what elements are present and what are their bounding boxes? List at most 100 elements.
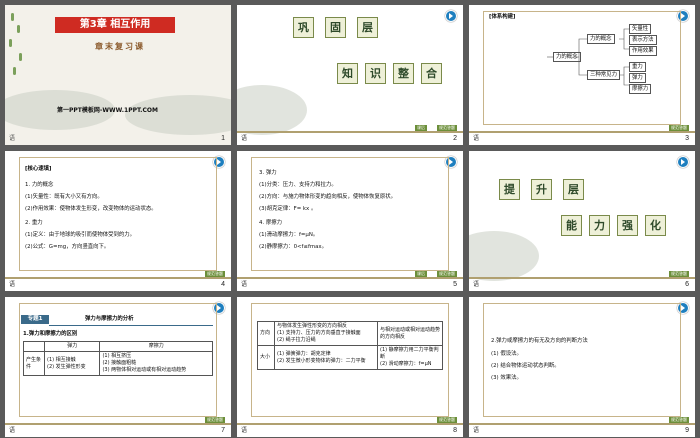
footer-label: 语 [473,281,480,288]
map-leaf: 重力 [629,62,646,72]
slide-thumbnail-4[interactable]: [核心速填] 1. 力的概念 (1)矢量性：既有大小又有方向。 (2)作用效果：… [5,151,231,291]
mountain-art [237,85,307,135]
row-label: 产生条件 [23,351,45,376]
footer-label: 语 [9,135,16,142]
content-line: (1)滑动摩擦力：f=μN。 [259,232,319,238]
cell-line: (1) 静摩擦力用二力平衡判断 [380,347,439,360]
map-branch-a: 力的概念 [587,34,615,44]
map-leaf: 表示方法 [629,35,657,45]
map-branch-b: 三种常见力 [587,70,620,80]
footer-button[interactable]: 规范答题 [437,271,457,277]
tile-char: 升 [531,179,552,200]
map-leaf: 弹力 [629,73,646,83]
map-leaf: 矢量性 [629,24,652,34]
table-cell: (1) 弹簧弹力：胡克定律 (2) 发生微小形变物体的弹力：二力平衡 [274,345,378,370]
footer-bar [237,277,463,279]
slide-thumbnail-7[interactable]: 专题1 弹力与摩擦力的分析 1.弹力和摩擦力的区别 弹力 摩擦力 产生条件 (1… [5,297,231,437]
content-line: (1)矢量性：既有大小又有方向。 [25,194,103,200]
footer-button[interactable]: 规范答题 [669,271,689,277]
footer-button[interactable]: 课后 [415,125,427,131]
slide-thumbnail-1[interactable]: 第3章 相互作用 章末复习课 第一PPT模板网-WWW.1PPT.COM 语 1 [5,5,231,145]
tile-char: 层 [357,17,378,38]
slide-number: 3 [685,135,689,142]
cell-line: (2) 接触面粗糙 [102,360,137,366]
content-line: (2)公式：G=mg，方向竖直向下。 [25,244,110,250]
content-line: (2) 结合物体运动状态判断。 [491,363,560,369]
mountain-art [469,231,539,281]
footer-button[interactable]: 规范答题 [205,417,225,423]
topic-title: 弹力与摩擦力的分析 [85,316,134,322]
footer-button[interactable]: 课后 [415,271,427,277]
cell-line: (1) 支持力、压力的方向垂直于接触面 [277,330,361,336]
section-header: [核心速填] [25,166,52,172]
tile-char: 能 [561,215,582,236]
footer-bar [469,131,695,133]
topic-tag-label: 专题1 [27,316,43,322]
slide-thumbnail-8[interactable]: 方向 与物体发生弹性形变的方向相反 (1) 支持力、压力的方向垂直于接触面 (2… [237,297,463,437]
cell-line: (1) 相互挤压 [102,353,132,359]
content-line: (1)定义：由于地球的吸引而使物体受到的力。 [25,232,136,238]
slide-number: 1 [221,135,225,142]
footer-button[interactable]: 规范答题 [205,271,225,277]
map-leaf: 作用效果 [629,46,657,56]
tile-char: 巩 [293,17,314,38]
tile-char: 知 [337,63,358,84]
footer-bar [5,277,231,279]
table-cell: 与相对运动或相对运动趋势的方向相反 [377,321,443,346]
cell-line: (2) 发生弹性形变 [47,363,86,370]
subtitle: 章末复习课 [95,42,145,51]
footer-label: 语 [9,427,16,434]
content-line: (1)分类：压力、支持力和拉力。 [259,182,337,188]
content-line: 1. 力的概念 [25,182,54,188]
willow-art [5,5,29,145]
comparison-table: 方向 与物体发生弹性形变的方向相反 (1) 支持力、压力的方向垂直于接触面 (2… [257,321,443,370]
chapter-banner: 第3章 相互作用 [55,17,175,33]
tile-char: 提 [499,179,520,200]
content-line: (2)作用效果：使物体发生形变，改变物体的运动状态。 [25,206,157,212]
slide-thumbnail-2[interactable]: 巩 固 层 知 识 整 合 课后 规范答题 语 2 [237,5,463,145]
concept-map-lines [547,28,629,86]
table-cell [23,341,45,352]
footer-button[interactable]: 规范答题 [669,125,689,131]
footer-bar [237,131,463,133]
cell-line: 与相对运动或相对运动趋势的方向相反 [380,326,441,340]
footer-bar [237,423,463,425]
slide-thumbnail-9[interactable]: 2.弹力或摩擦力的有无及方向的判断方法 (1) 假设法。 (2) 结合物体运动状… [469,297,695,437]
slide-number: 2 [453,135,457,142]
footer-bar [5,423,231,425]
tile-char: 识 [365,63,386,84]
slide-thumbnail-5[interactable]: 3. 弹力 (1)分类：压力、支持力和拉力。 (2)方向：与施力物体形变的趋向相… [237,151,463,291]
footer-label: 语 [9,281,16,288]
footer-label: 语 [473,135,480,142]
slide-number: 5 [453,281,457,288]
cell-line: (2) 绳子拉力沿绳 [277,337,316,343]
comparison-table: 弹力 摩擦力 产生条件 (1) 相互接触 (2) 发生弹性形变 (1) 相互挤压… [23,341,213,376]
content-line: 2. 重力 [25,220,43,226]
chapter-title: 第3章 相互作用 [79,19,151,30]
content-line: 2.弹力或摩擦力的有无及方向的判断方法 [491,338,588,344]
content-line: (1) 假设法。 [491,351,522,357]
content-line: (3) 效果法。 [491,375,522,381]
play-marker-icon [677,156,689,168]
tile-char: 力 [589,215,610,236]
slide-number: 9 [685,427,689,434]
slide-thumbnail-6[interactable]: 提 升 层 能 力 强 化 规范答题 语 6 [469,151,695,291]
content-line: 4. 摩擦力 [259,220,283,226]
row-label: 方向 [257,321,275,346]
slide-number: 8 [453,427,457,434]
slide-thumbnail-3[interactable]: [体系构建] 力的概念 力的概念 三种常见力 矢量性 表示方法 作用效果 重力 … [469,5,695,145]
content-line: (3)胡克定律：F= kx 。 [259,206,317,212]
footer-bar [469,423,695,425]
footer-button[interactable]: 规范答题 [437,417,457,423]
table-header: 摩擦力 [99,341,213,352]
cell-line: (3) 两物体相对运动或有相对运动趋势 [102,367,187,373]
tile-char: 化 [645,215,666,236]
table-header: 弹力 [43,341,101,352]
footer-button[interactable]: 规范答题 [669,417,689,423]
slide-number: 4 [221,281,225,288]
table-cell: (1) 相互挤压 (2) 接触面粗糙 (3) 两物体相对运动或有相对运动趋势 [99,351,213,376]
tile-char: 整 [393,63,414,84]
footer-button[interactable]: 规范答题 [437,125,457,131]
tile-char: 层 [563,179,584,200]
cell-line: (2) 发生微小形变物体的弹力：二力平衡 [277,357,366,364]
